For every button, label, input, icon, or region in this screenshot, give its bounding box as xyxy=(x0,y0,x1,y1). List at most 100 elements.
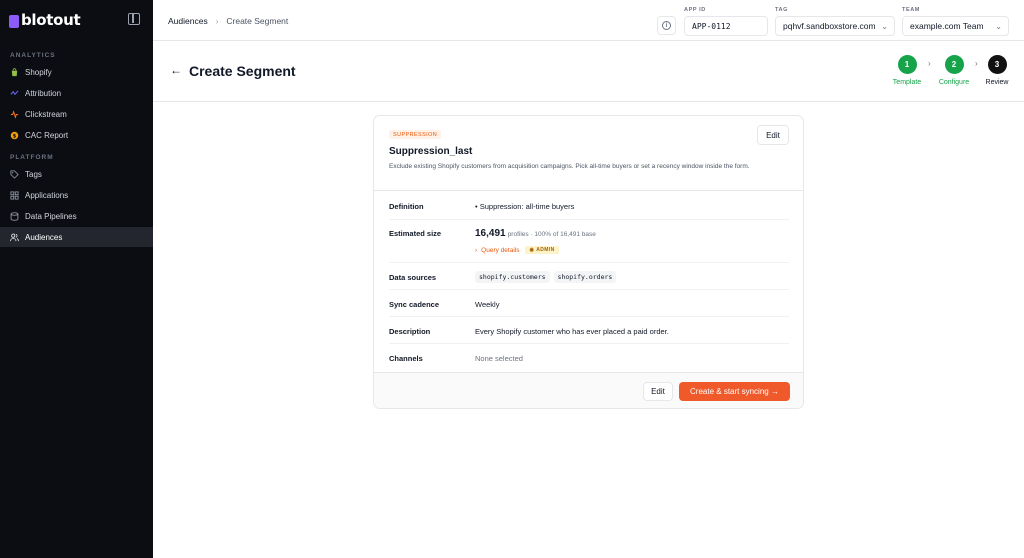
row-description: Description Every Shopify customer who h… xyxy=(389,317,789,344)
sidebar-item-label: Attribution xyxy=(25,88,62,98)
back-arrow-icon[interactable]: ← xyxy=(170,64,182,76)
team-select[interactable]: example.com Team ⌄ xyxy=(902,16,1009,36)
tag-icon xyxy=(10,169,19,179)
profile-detail: profiles · 100% of 16,491 base xyxy=(507,231,596,238)
source-chip: shopify.orders xyxy=(553,271,617,283)
app-id-value: APP-0112 xyxy=(692,21,731,31)
team-label: TEAM xyxy=(902,7,920,13)
sidebar-item-applications[interactable]: Applications xyxy=(0,185,153,205)
query-details-label: Query details xyxy=(481,246,520,254)
sidebar-item-label: Tags xyxy=(25,169,42,179)
step-label: Configure xyxy=(938,79,970,86)
brand-name: blotout xyxy=(21,11,81,29)
info-button[interactable]: i xyxy=(657,16,676,35)
admin-badge-label: ADMIN xyxy=(536,247,555,253)
sidebar-item-label: Data Pipelines xyxy=(25,211,77,221)
definition-value: • Suppression: all-time buyers xyxy=(475,202,575,211)
sidebar-section-platform: PLATFORM xyxy=(10,154,54,161)
edit-button[interactable]: Edit xyxy=(757,125,789,145)
segment-type-badge: SUPPRESSION xyxy=(389,130,442,139)
admin-badge: ◉ ADMIN xyxy=(525,246,559,254)
query-details-toggle[interactable]: › Query details ◉ ADMIN xyxy=(475,246,559,254)
description-value: Every Shopify customer who has ever plac… xyxy=(475,327,669,336)
sidebar-item-tags[interactable]: Tags xyxy=(0,164,153,184)
row-label: Data sources xyxy=(389,273,437,282)
sidebar-item-attribution[interactable]: Attribution xyxy=(0,83,153,103)
segment-description: Exclude existing Shopify customers from … xyxy=(389,163,750,170)
row-data-sources: Data sources shopify.customers shopify.or… xyxy=(389,263,789,290)
top-bar: Audiences › Create Segment i APP ID APP-… xyxy=(153,0,1024,41)
shopify-bag-icon xyxy=(10,67,19,77)
step-number: 1 xyxy=(897,55,917,74)
source-chip: shopify.customers xyxy=(475,271,550,283)
sidebar-item-label: Applications xyxy=(25,190,69,200)
tag-select[interactable]: pqhvf.sandboxstore.com ⌄ xyxy=(775,16,895,36)
breadcrumb-audiences[interactable]: Audiences xyxy=(168,16,208,26)
app-id-field[interactable]: APP-0112 xyxy=(684,16,768,36)
size-value: 16,491 profiles · 100% of 16,491 base xyxy=(475,228,596,239)
step-review[interactable]: 3 Review xyxy=(977,55,1017,86)
segment-name: Suppression_last xyxy=(389,146,473,157)
step-number: 2 xyxy=(944,55,964,74)
channels-value: None selected xyxy=(475,354,523,363)
chevron-down-icon: ⌄ xyxy=(995,22,1002,31)
data-source-chips: shopify.customers shopify.orders xyxy=(475,271,620,283)
sidebar-item-clickstream[interactable]: Clickstream xyxy=(0,104,153,124)
step-configure[interactable]: 2 Configure xyxy=(934,55,974,86)
sidebar-item-data-pipelines[interactable]: Data Pipelines xyxy=(0,206,153,226)
segment-review-card: SUPPRESSION Edit Suppression_last Exclud… xyxy=(373,115,804,409)
sidebar-item-label: CAC Report xyxy=(25,130,69,140)
step-label: Template xyxy=(892,79,922,86)
sidebar-item-label: Shopify xyxy=(25,67,52,77)
sidebar-item-shopify[interactable]: Shopify xyxy=(0,62,153,82)
chevron-right-icon: › xyxy=(475,246,478,254)
step-label: Review xyxy=(985,79,1009,86)
breadcrumb-current: Create Segment xyxy=(226,16,289,26)
create-and-sync-button[interactable]: Create & start syncing → xyxy=(679,382,790,401)
row-sync-cadence: Sync cadence Weekly xyxy=(389,290,789,317)
sidebar-item-cac-report[interactable]: $ CAC Report xyxy=(0,125,153,145)
sidebar: blotout ANALYTICS Shopify Attribution Cl… xyxy=(0,0,153,558)
step-template[interactable]: 1 Template xyxy=(887,55,927,86)
database-icon xyxy=(10,211,19,221)
app-id-label: APP ID xyxy=(684,7,706,13)
chevron-down-icon: ⌄ xyxy=(881,22,888,31)
definition-text: Suppression: all-time buyers xyxy=(479,202,575,211)
tag-label: TAG xyxy=(775,7,789,13)
eye-icon: ◉ xyxy=(529,247,535,253)
edit-footer-button[interactable]: Edit xyxy=(643,382,673,401)
page-title: Create Segment xyxy=(189,63,296,79)
brand-logo[interactable]: blotout xyxy=(9,10,81,30)
info-icon: i xyxy=(662,21,671,30)
users-icon xyxy=(10,233,19,242)
sidebar-collapse-icon[interactable] xyxy=(128,13,140,25)
clickstream-icon xyxy=(10,109,19,119)
row-channels: Channels None selected xyxy=(389,344,789,371)
applications-icon xyxy=(10,190,19,200)
card-footer: Edit Create & start syncing → xyxy=(374,372,803,408)
sidebar-section-analytics: ANALYTICS xyxy=(10,52,56,59)
sidebar-item-label: Clickstream xyxy=(25,109,67,119)
row-label: Estimated size xyxy=(389,229,442,238)
svg-text:$: $ xyxy=(13,133,17,139)
team-value: example.com Team xyxy=(910,21,984,31)
row-definition: Definition • Suppression: all-time buyer… xyxy=(389,191,789,220)
row-estimated-size: Estimated size 16,491 profiles · 100% of… xyxy=(389,220,789,263)
sync-cadence-value: Weekly xyxy=(475,300,500,309)
row-label: Definition xyxy=(389,202,424,211)
step-number: 3 xyxy=(987,55,1007,74)
breadcrumb-chevron-icon: › xyxy=(215,16,219,26)
page-header: ← Create Segment 1 Template › 2 Configur… xyxy=(153,41,1024,102)
blotout-logo-icon xyxy=(9,14,19,28)
dollar-circle-icon: $ xyxy=(10,131,19,140)
sidebar-item-audiences[interactable]: Audiences xyxy=(0,227,153,247)
chevron-right-icon: › xyxy=(928,59,931,68)
tag-value: pqhvf.sandboxstore.com xyxy=(783,21,876,31)
breadcrumb: Audiences › Create Segment xyxy=(168,16,288,26)
attribution-icon xyxy=(10,89,19,98)
row-label: Description xyxy=(389,327,431,336)
row-label: Channels xyxy=(389,354,423,363)
profile-count: 16,491 xyxy=(475,228,506,239)
sidebar-item-label: Audiences xyxy=(25,232,63,242)
row-label: Sync cadence xyxy=(389,300,440,309)
